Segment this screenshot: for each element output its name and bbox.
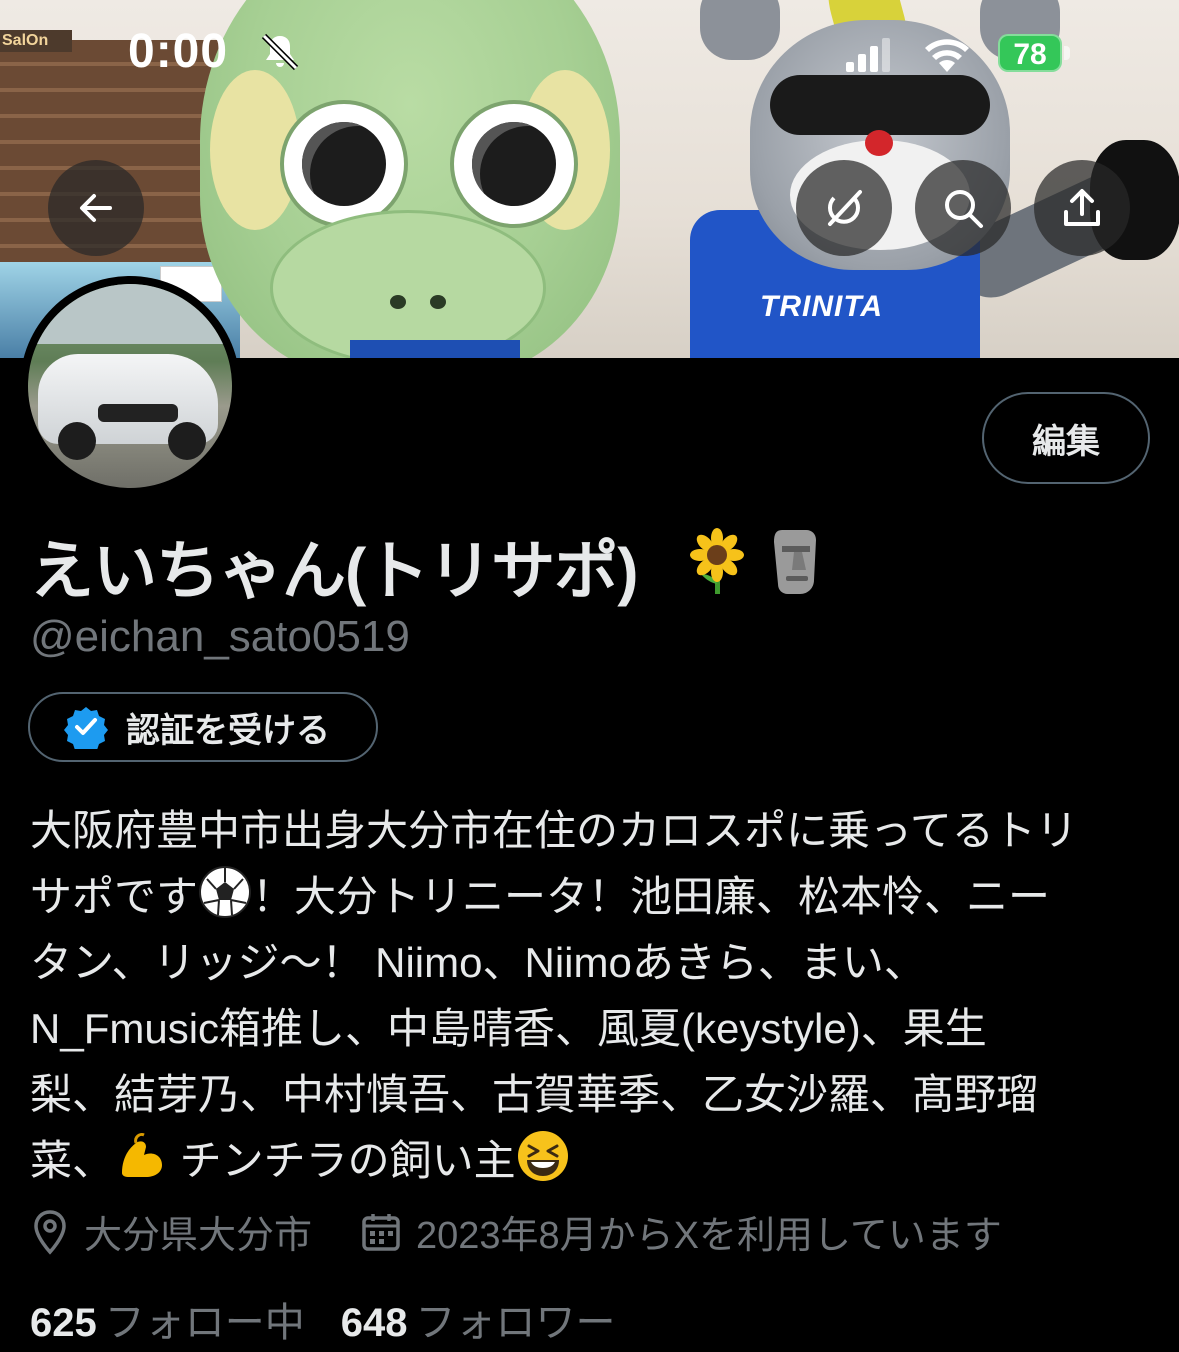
status-bar: 0:00 78 xyxy=(0,0,1179,110)
mute-icon xyxy=(261,33,299,71)
moai-icon xyxy=(774,530,816,594)
followers-link[interactable]: 648 フォロワー xyxy=(341,1301,616,1345)
following-count: 625 xyxy=(30,1301,97,1345)
verified-badge-icon xyxy=(64,707,108,749)
followers-label: フォロワー xyxy=(415,1301,616,1345)
get-verified-label: 認証を受ける xyxy=(126,711,330,750)
soccer-ball-emoji xyxy=(199,866,252,918)
battery-level: 78 xyxy=(998,34,1062,72)
bio-line: N_Fmusic箱推し、中島晴香、風夏(keystyle)、果生 xyxy=(30,1005,987,1052)
user-handle: @eichan_sato0519 xyxy=(30,612,410,661)
profile-meta: 大分県大分市 2023年8月からXを利用しています xyxy=(30,1204,1002,1259)
get-verified-button[interactable]: 認証を受ける xyxy=(28,692,378,762)
bio-line: 菜、 チンチラの飼い主 xyxy=(30,1128,1155,1194)
search-icon xyxy=(945,190,983,228)
back-arrow-icon xyxy=(80,194,112,222)
following-label: フォロー中 xyxy=(104,1301,305,1345)
cellular-signal-icon xyxy=(846,38,890,72)
grinning-squinting-face-emoji xyxy=(517,1131,568,1181)
location-text: 大分県大分市 xyxy=(84,1215,313,1257)
share-button[interactable] xyxy=(1034,160,1130,256)
bio-line: 梨、結芽乃、中村慎吾、古賀華季、乙女沙羅、髙野瑠 xyxy=(30,1071,1039,1118)
status-time: 0:00 xyxy=(128,25,229,78)
bio-line: 大阪府豊中市出身大分市在住のカロスポに乗ってるトリ xyxy=(30,807,1078,854)
bio-line: サポです ！大分トリニータ！池田廉、松本怜、ニー xyxy=(30,864,1155,930)
display-name: えいちゃん(トリサポ) xyxy=(30,535,639,607)
sunflower-icon xyxy=(690,528,744,594)
edit-profile-button[interactable]: 編集 xyxy=(982,392,1150,484)
battery-charging-icon: 78 xyxy=(998,34,1078,74)
calendar-icon xyxy=(362,1213,400,1251)
joined-date-text: 2023年8月からXを利用しています xyxy=(416,1215,1002,1257)
back-button[interactable] xyxy=(48,160,144,256)
banner-shirt-logo: TRINITA xyxy=(760,290,884,323)
profile-bio: 大阪府豊中市出身大分市在住のカロスポに乗ってるトリ サポです ！大分トリニータ！池… xyxy=(30,798,1155,1194)
flexed-biceps-emoji xyxy=(122,1133,163,1177)
avatar-image xyxy=(28,284,232,488)
bio-line: タン、リッジ〜！ Niimo、Niimoあきら、まい、 xyxy=(30,939,926,986)
following-link[interactable]: 625 フォロー中 xyxy=(30,1301,305,1345)
share-icon xyxy=(1064,189,1100,226)
followers-count: 648 xyxy=(340,1301,408,1345)
wifi-icon xyxy=(925,39,969,72)
search-button[interactable] xyxy=(915,160,1011,256)
location-icon xyxy=(34,1209,66,1255)
grok-icon xyxy=(828,190,862,226)
avatar[interactable] xyxy=(20,276,240,496)
grok-button[interactable] xyxy=(796,160,892,256)
follow-stats: 625 フォロー中 648 フォロワー xyxy=(30,1290,616,1348)
